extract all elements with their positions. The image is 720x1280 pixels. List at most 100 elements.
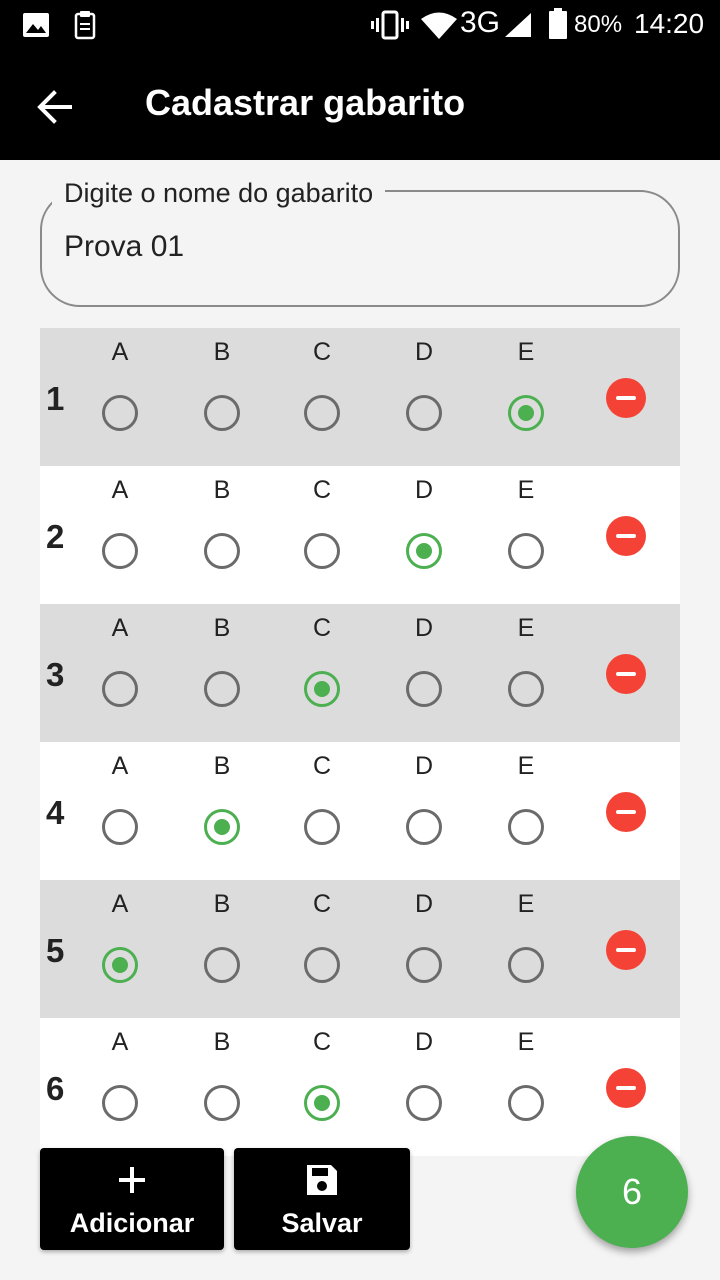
option-radio[interactable] [204,809,240,845]
option-d: D [384,742,464,880]
option-c: C [282,604,362,742]
option-a: A [80,880,160,1018]
option-letter: E [517,890,535,918]
option-b: B [182,328,262,466]
status-bar: 3G 80% 14:20 [0,0,720,52]
option-radio[interactable] [204,533,240,569]
option-letter: D [414,1028,434,1056]
option-radio[interactable] [406,947,442,983]
option-radio[interactable] [508,947,544,983]
option-radio[interactable] [508,1085,544,1121]
option-radio[interactable] [508,809,544,845]
option-letter: A [111,338,129,366]
option-a: A [80,466,160,604]
remove-question-icon[interactable] [606,930,646,970]
question-row: 6 A B C D E [40,1018,680,1156]
option-letter: B [213,338,231,366]
save-label: Salvar [281,1208,363,1238]
option-b: B [182,880,262,1018]
option-radio[interactable] [102,947,138,983]
option-radio[interactable] [508,671,544,707]
add-question-label: Adicionar [69,1208,195,1238]
option-radio[interactable] [304,1085,340,1121]
option-letter: A [111,890,129,918]
question-number: 4 [46,794,65,831]
option-letter: C [312,476,332,504]
option-radio[interactable] [304,809,340,845]
option-letter: E [517,1028,535,1056]
option-radio[interactable] [406,533,442,569]
option-letter: E [517,614,535,642]
option-letter: C [312,1028,332,1056]
question-row: 3 A B C D E [40,604,680,742]
remove-question-icon[interactable] [606,378,646,418]
remove-question-icon[interactable] [606,516,646,556]
option-radio[interactable] [102,1085,138,1121]
clipboard-icon [74,11,96,40]
option-radio[interactable] [204,395,240,431]
option-radio[interactable] [102,809,138,845]
option-radio[interactable] [204,947,240,983]
question-list: 1 A B C D E 2 A B C D E 3 A B C D E 4 A B C D E 5 A B C D E 6 A B C D E [40,328,680,1156]
option-letter: B [213,614,231,642]
option-a: A [80,1018,160,1156]
option-letter: D [414,476,434,504]
option-e: E [486,328,566,466]
question-number: 5 [46,932,65,969]
option-letter: A [111,614,129,642]
option-b: B [182,466,262,604]
option-c: C [282,880,362,1018]
option-radio[interactable] [204,671,240,707]
option-letter: B [213,752,231,780]
arrow-back-icon[interactable] [30,82,80,132]
question-row: 2 A B C D E [40,466,680,604]
option-d: D [384,880,464,1018]
option-radio[interactable] [304,533,340,569]
plus-icon [119,1167,145,1193]
option-radio[interactable] [304,947,340,983]
question-number: 1 [46,380,65,417]
option-b: B [182,604,262,742]
option-d: D [384,1018,464,1156]
option-radio[interactable] [406,671,442,707]
option-letter: E [517,752,535,780]
question-count-fab[interactable]: 6 [576,1136,688,1248]
image-icon [23,13,49,37]
option-radio[interactable] [406,809,442,845]
option-letter: D [414,338,434,366]
option-letter: C [312,890,332,918]
option-letter: C [312,338,332,366]
app-bar: Cadastrar gabarito [0,52,720,160]
remove-question-icon[interactable] [606,654,646,694]
clock: 14:20 [634,8,705,39]
option-radio[interactable] [508,395,544,431]
option-radio[interactable] [406,395,442,431]
option-e: E [486,742,566,880]
option-c: C [282,742,362,880]
option-radio[interactable] [508,533,544,569]
option-radio[interactable] [102,533,138,569]
remove-question-icon[interactable] [606,1068,646,1108]
name-input-label: Digite o nome do gabarito [52,178,386,209]
save-button[interactable]: Salvar [234,1148,410,1250]
option-letter: C [312,752,332,780]
network-type: 3G [460,6,501,39]
wifi-icon [421,12,457,39]
option-a: A [80,328,160,466]
add-question-button[interactable]: Adicionar [40,1148,224,1250]
option-a: A [80,742,160,880]
option-e: E [486,466,566,604]
option-letter: D [414,890,434,918]
question-number: 6 [46,1070,65,1107]
option-letter: E [517,476,535,504]
option-radio[interactable] [204,1085,240,1121]
remove-question-icon[interactable] [606,792,646,832]
option-radio[interactable] [304,395,340,431]
signal-icon [505,13,531,37]
question-row: 5 A B C D E [40,880,680,1018]
option-radio[interactable] [304,671,340,707]
name-input-value[interactable]: Prova 01 [64,230,184,264]
option-radio[interactable] [406,1085,442,1121]
option-radio[interactable] [102,395,138,431]
option-radio[interactable] [102,671,138,707]
